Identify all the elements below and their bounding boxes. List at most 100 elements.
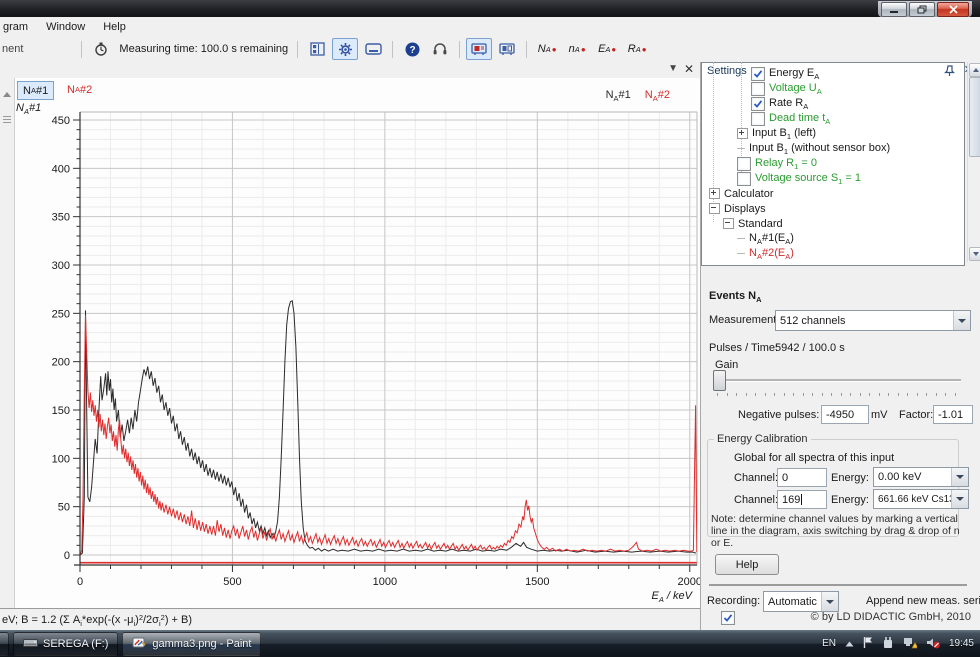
negative-pulses-unit: mV xyxy=(871,409,888,421)
tree-item[interactable]: Energy EA xyxy=(751,66,819,81)
tree-item[interactable]: Standard xyxy=(723,216,783,231)
menu-item-gram[interactable]: gram xyxy=(0,19,37,35)
x-tick-label: 500 xyxy=(223,576,241,588)
tree-item[interactable]: Calculator xyxy=(709,186,774,201)
cassy-module-button[interactable] xyxy=(466,38,492,60)
tree-checkbox[interactable] xyxy=(737,157,751,171)
svg-text:?: ? xyxy=(409,45,415,56)
tree-item-label: Standard xyxy=(738,218,783,230)
tree-checkbox[interactable] xyxy=(737,172,751,186)
pin-icon[interactable] xyxy=(944,65,955,77)
taskbar-button-gamma3.png[interactable]: gamma3.png - Paint xyxy=(122,632,261,656)
new-value-dot-icon: ● xyxy=(581,45,586,54)
combo-arrow-icon xyxy=(953,311,970,330)
drive-icon xyxy=(23,637,38,651)
measurement-value: 512 channels xyxy=(776,315,953,327)
help-button[interactable]: Help xyxy=(715,554,779,575)
tree-checkbox[interactable] xyxy=(751,112,765,126)
headset-icon[interactable] xyxy=(427,38,453,60)
combo-arrow-icon xyxy=(951,490,968,508)
tab-NA#2[interactable]: NA#2 xyxy=(62,81,97,98)
tree-item-label: Voltage source S1 = 1 xyxy=(755,172,861,186)
tree-checkbox[interactable] xyxy=(751,97,765,111)
tree-item[interactable]: Rate RA xyxy=(751,96,808,111)
energy2-select[interactable]: 661.66 keV Cs137 xyxy=(873,489,969,509)
quantity-button[interactable]: EA● xyxy=(593,38,621,60)
toolbar-separator xyxy=(297,41,298,58)
quantity-button[interactable]: NA● xyxy=(533,38,561,60)
recording-select[interactable]: Automatic xyxy=(763,591,839,612)
network-warning-icon[interactable] xyxy=(903,636,917,652)
negative-pulses-checkbox[interactable] xyxy=(721,611,735,625)
tree-item-label: NA#1(EA) xyxy=(749,232,794,246)
tab-NA#1[interactable]: NA#1 xyxy=(17,81,54,100)
gain-slider-handle[interactable] xyxy=(713,370,726,391)
cassy-module2-button[interactable] xyxy=(494,38,520,60)
negative-pulses-input[interactable]: -4950 xyxy=(821,405,869,424)
toolbar-separator xyxy=(459,41,460,58)
display-icon[interactable] xyxy=(360,38,386,60)
gear-icon xyxy=(338,42,353,57)
taskbar: SEREGA (F:)gamma3.png - Paint EN 19:45 xyxy=(0,630,980,657)
tree-checkbox[interactable] xyxy=(751,67,765,81)
factor-input[interactable]: -1.01 xyxy=(933,405,973,424)
collapse-icon[interactable] xyxy=(723,218,734,229)
y-tick-label: 450 xyxy=(52,115,70,127)
tree-item[interactable]: Input B1 (left) xyxy=(737,126,816,141)
hidden-icons-arrow-icon[interactable] xyxy=(845,638,854,650)
volume-muted-icon[interactable] xyxy=(926,636,940,652)
minimize-icon xyxy=(889,5,899,14)
system-tray: EN 19:45 xyxy=(822,630,974,657)
taskbar-buttons: SEREGA (F:)gamma3.png - Paint xyxy=(9,632,261,656)
gain-slider-track[interactable] xyxy=(713,379,961,381)
tree-item[interactable]: Displays xyxy=(709,201,766,216)
slider-tick xyxy=(879,393,880,396)
menu-bar: gramWindowHelp xyxy=(0,17,980,36)
cassy-module-icon xyxy=(471,43,487,56)
y-tick-label: 300 xyxy=(52,260,70,272)
tree-checkbox[interactable] xyxy=(751,82,765,96)
clock[interactable]: 19:45 xyxy=(949,638,974,649)
factor-label: Factor: xyxy=(899,409,933,421)
tree-item[interactable]: Relay R1 = 0 xyxy=(737,156,817,171)
x-tick-label: 1000 xyxy=(373,576,397,588)
taskbar-edge-button[interactable] xyxy=(0,632,9,656)
energy1-select[interactable]: 0.00 keV xyxy=(873,467,969,487)
tree-item[interactable]: Input B1 (without sensor box) xyxy=(737,141,890,156)
channel2-input[interactable]: 169 xyxy=(777,490,827,509)
minimize-button[interactable] xyxy=(881,2,907,17)
tree-item[interactable]: NA#1(EA) xyxy=(737,231,794,246)
help-icon[interactable]: ? xyxy=(399,38,425,60)
tree-item[interactable]: NA#2(EA) xyxy=(737,246,794,261)
new-value-dot-icon: ● xyxy=(552,45,557,54)
close-button[interactable] xyxy=(937,2,969,17)
installer-icon[interactable] xyxy=(882,636,894,652)
collapse-icon[interactable] xyxy=(709,203,720,214)
language-indicator[interactable]: EN xyxy=(822,638,836,649)
quantity-button[interactable]: RA● xyxy=(623,38,651,60)
menu-item-help[interactable]: Help xyxy=(94,19,135,35)
y-tick-label: 0 xyxy=(64,550,70,562)
spectrum-chart[interactable]: 0501001502002503003504004500500100015002… xyxy=(0,62,700,608)
slider-tick xyxy=(727,393,728,396)
layout-icon[interactable] xyxy=(304,38,330,60)
close-icon xyxy=(949,5,958,14)
tree-dash xyxy=(737,233,749,245)
measurement-select[interactable]: 512 channels xyxy=(775,310,971,331)
action-center-flag-icon[interactable] xyxy=(863,636,873,652)
tree-item[interactable]: Voltage source S1 = 1 xyxy=(737,171,861,186)
restore-button[interactable] xyxy=(909,2,935,17)
menu-item-window[interactable]: Window xyxy=(37,19,94,35)
energy1-value: 0.00 keV xyxy=(874,471,951,483)
quantity-button[interactable]: nA● xyxy=(563,38,591,60)
fit-formula-text: eV; B = 1.2 (Σ Ai*exp(-(x -μi)2/2σi2) + … xyxy=(2,613,192,628)
expand-icon[interactable] xyxy=(737,128,748,139)
tree-item[interactable]: Dead time tA xyxy=(751,111,830,126)
taskbar-button-serega[interactable]: SEREGA (F:) xyxy=(13,632,118,656)
channel1-input[interactable]: 0 xyxy=(777,468,827,487)
expand-icon[interactable] xyxy=(709,188,720,199)
append-series-label: Append new meas. series xyxy=(866,595,980,607)
settings-gear-button[interactable] xyxy=(332,38,358,60)
y-tick-label: 150 xyxy=(52,405,70,417)
tree-item[interactable]: Voltage UA xyxy=(751,81,822,96)
